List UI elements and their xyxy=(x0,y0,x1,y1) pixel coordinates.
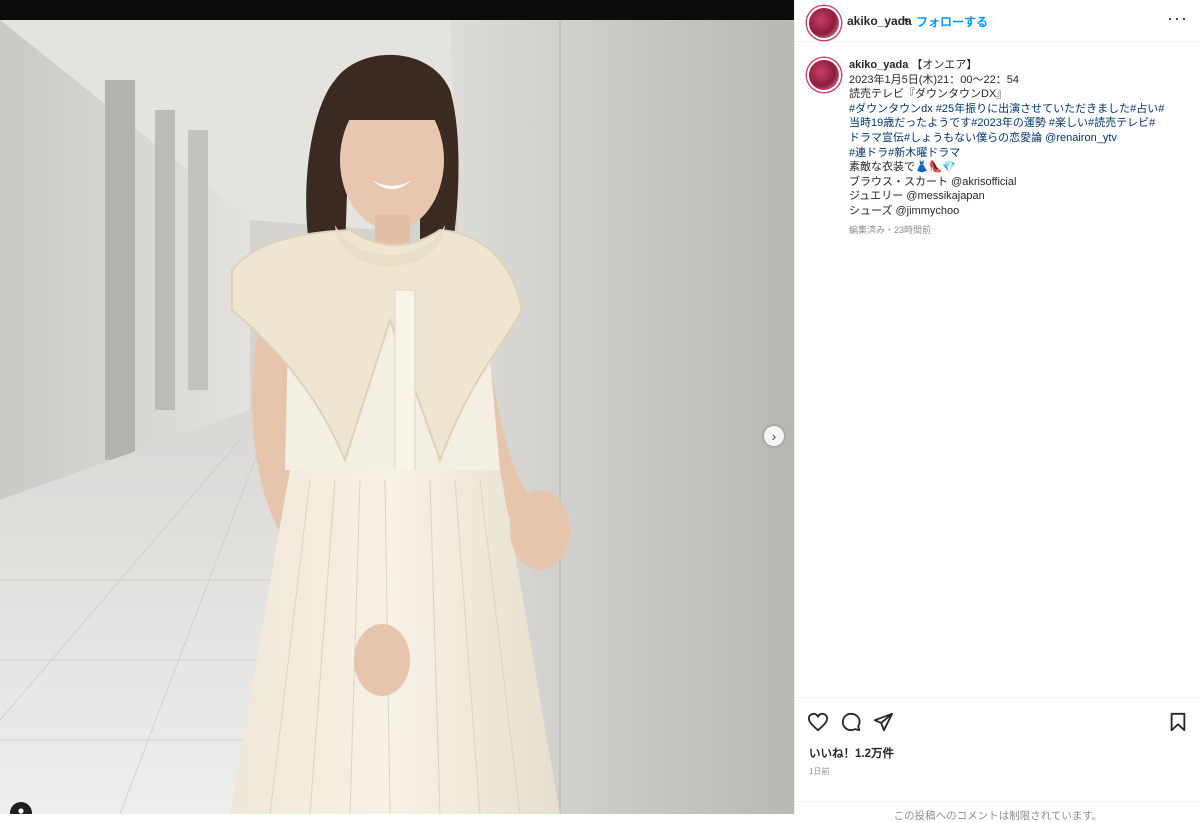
post-header: akiko_yada • フォローする ··· xyxy=(795,0,1200,42)
caption-line: 素敵な衣装で👗👠💎 xyxy=(849,161,957,174)
caption-line: 読売テレビ『ダウンタウンDX』 xyxy=(849,88,1008,101)
like-count[interactable]: いいね！1.2万件 xyxy=(809,745,894,761)
more-options-button[interactable]: ··· xyxy=(1167,8,1188,29)
avatar[interactable] xyxy=(807,6,841,40)
separator-dot: • xyxy=(904,13,909,27)
caption-credit: ブラウス・スカート @akrisofficial xyxy=(849,175,1017,188)
post-time: 1日前 xyxy=(809,767,830,776)
comment-icon[interactable] xyxy=(841,712,861,732)
action-bar: いいね！1.2万件 1日前 この投稿へのコメントは制限されています。 xyxy=(795,697,1200,822)
caption-credit: ジュエリー @messikajapan xyxy=(849,190,985,203)
person-icon xyxy=(18,808,24,814)
bookmark-icon[interactable] xyxy=(1169,712,1187,732)
top-bar xyxy=(0,0,794,20)
caption-avatar[interactable] xyxy=(807,58,841,92)
caption-hashtags[interactable]: 当時19歳だったようです#2023年の運勢 #楽しい#読売テレビ# xyxy=(849,116,1189,131)
caption-line: 2023年1月5日(木)21：00〜22：54 xyxy=(849,73,1019,86)
caption-line: 【オンエア】 xyxy=(911,59,978,71)
heart-icon[interactable] xyxy=(807,712,829,732)
photo-illustration xyxy=(0,20,794,814)
carousel-next-button[interactable]: › xyxy=(764,426,784,446)
follow-button[interactable]: フォローする xyxy=(916,13,988,30)
post-side-panel: akiko_yada • フォローする ··· akiko_yada 【オンエア… xyxy=(794,0,1200,822)
caption-meta: 編集済み・23時間前 xyxy=(849,224,932,235)
comments-disabled-notice: この投稿へのコメントは制限されています。 xyxy=(795,801,1200,823)
caption-username[interactable]: akiko_yada xyxy=(849,59,908,71)
caption-hashtags[interactable]: #ダウンタウンdx #25年振りに出演させていただきました#占い# xyxy=(849,102,1189,117)
caption-credit: シューズ @jimmychoo xyxy=(849,204,960,217)
caption-hashtags[interactable]: #連ドラ#新木曜ドラマ xyxy=(849,146,1189,161)
header-username[interactable]: akiko_yada xyxy=(847,14,912,28)
post-photo[interactable]: › xyxy=(0,20,794,814)
caption-hashtags[interactable]: ドラマ宣伝#しょうもない僕らの恋愛論 @renairon_ytv xyxy=(849,131,1189,146)
share-icon[interactable] xyxy=(873,712,893,732)
